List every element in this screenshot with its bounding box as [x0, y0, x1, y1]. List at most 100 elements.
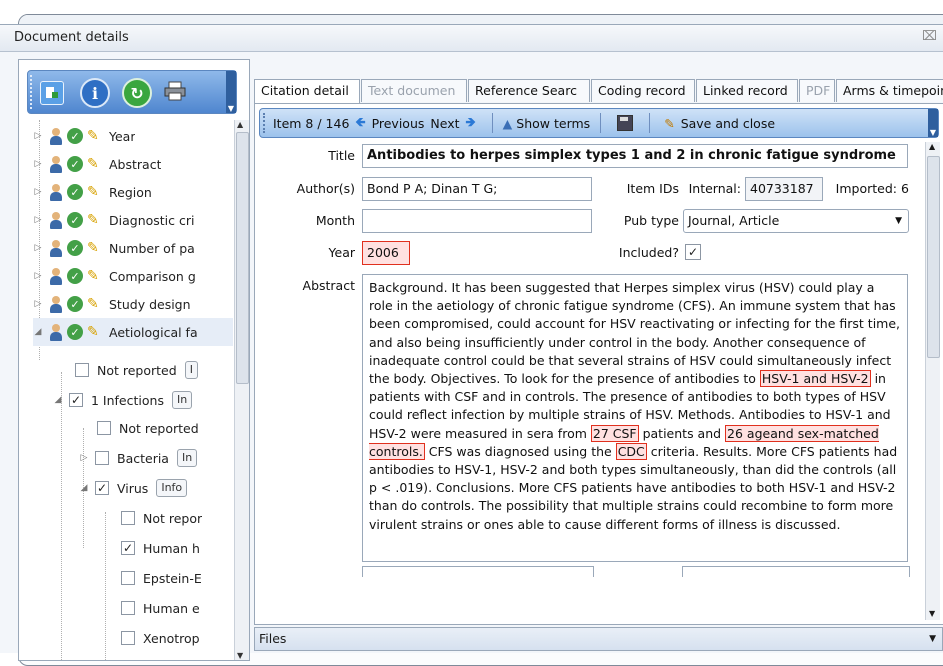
collapse-arrow-icon[interactable]: ◢: [53, 395, 63, 405]
scroll-down-icon[interactable]: ▼: [237, 651, 243, 660]
chevron-down-icon[interactable]: ▼: [895, 210, 902, 232]
title-label: Title: [328, 148, 355, 163]
expand-arrow-icon[interactable]: ▷: [33, 271, 43, 281]
tab-coding-record[interactable]: Coding record: [591, 79, 695, 102]
tree-subitem-human-herpes[interactable]: ✓ Human h: [121, 534, 200, 562]
info-icon[interactable]: i: [80, 78, 110, 108]
print-icon[interactable]: [162, 78, 188, 104]
tree-subitem-not-reported-2[interactable]: Not reported: [97, 414, 199, 442]
checkbox[interactable]: [95, 451, 109, 465]
highlight-terms-icon[interactable]: ▲: [503, 116, 513, 131]
expand-arrow-icon[interactable]: ▷: [79, 453, 89, 463]
tree-item-abstract[interactable]: ▷ ✓ ✎ Abstract: [33, 150, 161, 178]
collapse-arrow-icon[interactable]: ◢: [79, 483, 89, 493]
pencil-icon: ✎: [87, 212, 99, 228]
next-button[interactable]: Next: [430, 116, 459, 131]
month-field[interactable]: [362, 209, 592, 233]
pencil-icon: ✎: [87, 324, 99, 340]
included-label: Included?: [618, 245, 679, 260]
abstract-text: CFS was diagnosed using the: [424, 443, 616, 459]
tree-subitem-bacteria[interactable]: ▷ Bacteria In: [79, 444, 198, 472]
toolbar-overflow-button[interactable]: ▼: [226, 71, 236, 113]
title-field[interactable]: Antibodies to herpes simplex types 1 and…: [362, 144, 908, 168]
previous-button[interactable]: Previous: [372, 116, 425, 131]
save-and-close-icon[interactable]: ✎: [664, 116, 674, 131]
tree-item-comparison-group[interactable]: ▷ ✓ ✎ Comparison g: [33, 262, 196, 290]
scroll-down-icon[interactable]: ▼: [929, 609, 935, 618]
files-panel-header[interactable]: Files ▼: [254, 627, 943, 651]
toolbar-grip[interactable]: [30, 75, 35, 109]
save-icon[interactable]: [617, 115, 634, 131]
item-ids-label: Item IDs: [626, 181, 679, 196]
tree-subitem-human-e[interactable]: Human e: [121, 594, 200, 622]
checkbox-checked[interactable]: ✓: [95, 481, 109, 495]
checkbox[interactable]: [97, 421, 111, 435]
abstract-field[interactable]: Background. It has been suggested that H…: [362, 274, 908, 562]
scrollbar-thumb[interactable]: [236, 132, 249, 384]
scroll-up-icon[interactable]: ▲: [237, 120, 243, 129]
expand-arrow-icon[interactable]: ▷: [33, 131, 43, 141]
refresh-icon[interactable]: ↻: [122, 78, 152, 108]
arrow-left-icon[interactable]: 🡸: [355, 113, 365, 134]
tree-item-study-design[interactable]: ▷ ✓ ✎ Study design: [33, 290, 191, 318]
expand-arrow-icon[interactable]: ▷: [33, 215, 43, 225]
year-field[interactable]: 2006: [362, 241, 410, 265]
info-button[interactable]: In: [176, 449, 198, 467]
highlighted-term: CDC: [615, 442, 647, 460]
toolbar-separator: [649, 113, 651, 133]
tree-item-year[interactable]: ▷ ✓ ✎ Year: [33, 122, 135, 150]
tab-arms-timepoints[interactable]: Arms & timepoint: [836, 79, 943, 102]
toolbar-grip[interactable]: [263, 113, 267, 133]
checkbox-checked[interactable]: ✓: [121, 541, 135, 555]
included-checkbox[interactable]: ✓: [685, 244, 701, 260]
checkbox[interactable]: [121, 511, 135, 525]
checkbox[interactable]: [121, 571, 135, 585]
toolbar-overflow-button[interactable]: ▼: [928, 109, 938, 137]
toolbar-separator: [491, 113, 493, 133]
pub-type-select[interactable]: Journal, Article ▼: [683, 209, 909, 233]
add-document-icon[interactable]: [40, 81, 64, 105]
tree-scrollbar[interactable]: ▲ ▼: [234, 120, 249, 660]
checkbox[interactable]: [75, 363, 89, 377]
expand-arrow-icon[interactable]: ▷: [33, 159, 43, 169]
codes-tree-pane: i ↻ ▼ ▷ ✓ ✎ Year ▷ ✓ ✎ Abstract ▷ ✓ ✎ Re…: [18, 59, 250, 661]
tree-subitem-virus[interactable]: ◢ ✓ Virus Info: [79, 474, 188, 502]
tab-citation-details[interactable]: Citation detail: [254, 79, 360, 103]
info-button[interactable]: Info: [156, 479, 188, 497]
authors-field[interactable]: Bond P A; Dinan T G;: [362, 177, 592, 201]
tree-subitem-infections[interactable]: ◢ ✓ 1 Infections In: [53, 386, 193, 414]
tree-item-diagnostic-criteria[interactable]: ▷ ✓ ✎ Diagnostic cri: [33, 206, 194, 234]
scrollbar-thumb[interactable]: [927, 156, 940, 358]
tab-linked-records[interactable]: Linked record: [696, 79, 798, 102]
expand-arrow-icon[interactable]: ▷: [33, 243, 43, 253]
info-button[interactable]: I: [184, 361, 198, 379]
save-and-close-button[interactable]: Save and close: [681, 116, 775, 131]
checkbox[interactable]: [121, 601, 135, 615]
tree-item-number-of-participants[interactable]: ▷ ✓ ✎ Number of pa: [33, 234, 195, 262]
tree-subitem-label: 1 Infections: [91, 392, 164, 408]
partial-field[interactable]: [362, 566, 594, 577]
checkbox[interactable]: [121, 631, 135, 645]
tab-pdf[interactable]: PDF: [799, 79, 835, 102]
chevron-down-icon[interactable]: ▼: [929, 628, 936, 650]
expand-arrow-icon[interactable]: ▷: [33, 299, 43, 309]
tree-subitem-not-reported[interactable]: Not reported I: [75, 356, 198, 384]
show-terms-button[interactable]: Show terms: [516, 116, 590, 131]
tree-item-aetiological-factors[interactable]: ◢ ✓ ✎ Aetiological fa: [33, 318, 233, 346]
tree-subitem-xenotropic[interactable]: Xenotrop: [121, 624, 200, 652]
tree-subitem-not-reported-3[interactable]: Not repor: [121, 504, 202, 532]
close-icon[interactable]: ⌧: [922, 29, 937, 44]
partial-field[interactable]: [682, 566, 910, 577]
pub-type-label: Pub type: [623, 213, 679, 228]
checkbox-checked[interactable]: ✓: [69, 393, 83, 407]
info-button[interactable]: In: [171, 391, 193, 409]
collapse-arrow-icon[interactable]: ◢: [33, 327, 43, 337]
tab-text-documents[interactable]: Text documen: [361, 79, 467, 102]
tree-item-region[interactable]: ▷ ✓ ✎ Region: [33, 178, 152, 206]
details-scrollbar[interactable]: ▲ ▼: [925, 142, 940, 620]
arrow-right-icon[interactable]: 🡺: [466, 113, 476, 134]
tree-subitem-epstein-barr[interactable]: Epstein-E: [121, 564, 202, 592]
expand-arrow-icon[interactable]: ▷: [33, 187, 43, 197]
scroll-up-icon[interactable]: ▲: [929, 142, 935, 151]
tab-reference-search[interactable]: Reference Searc: [468, 79, 590, 102]
